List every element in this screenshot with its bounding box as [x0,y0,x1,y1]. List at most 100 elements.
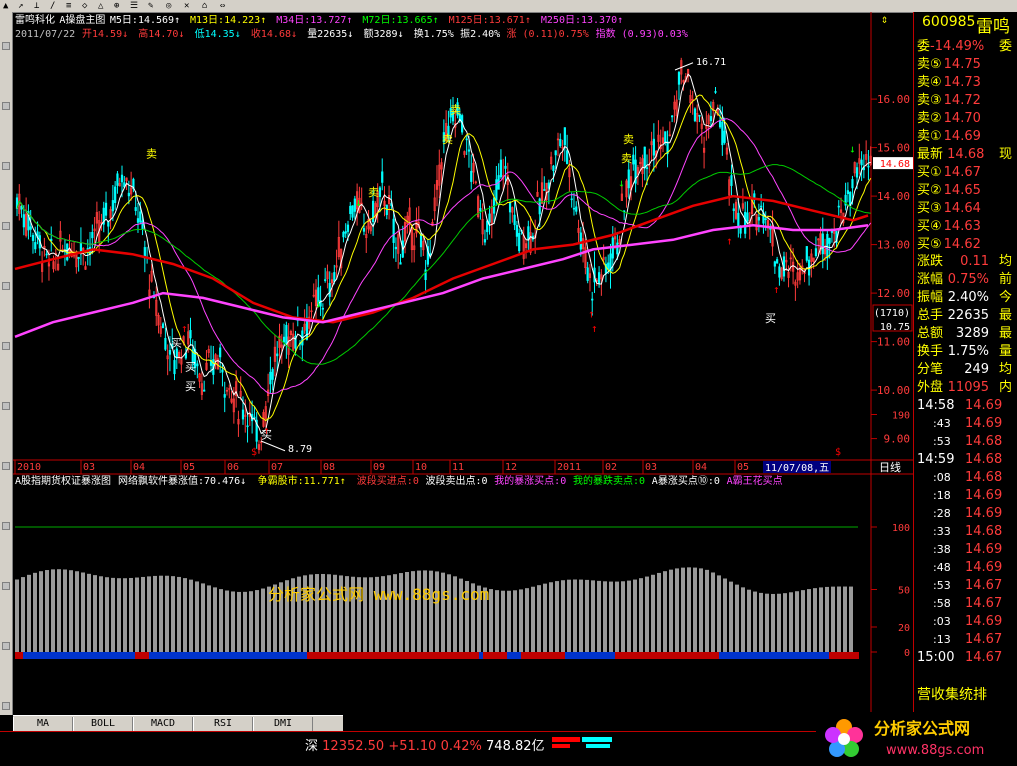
header-ma-item: M5日:14.569↑ [110,15,180,26]
tick-time: :53 [933,435,951,448]
toolbar-icon-5[interactable]: ≡ [66,1,80,11]
strip-button[interactable] [2,642,10,650]
strip-button[interactable] [2,42,10,50]
candle-body [814,248,818,257]
site-logo: 分析家公式网 www.88gs.com [816,712,1017,766]
candle-body [141,220,144,230]
tab-boll[interactable]: BOLL [73,717,133,731]
candle-body [104,202,108,216]
strip-button[interactable] [2,522,10,530]
tab-dmi[interactable]: DMI [253,717,313,731]
indicator-bar [513,590,517,652]
candle-body [479,208,482,212]
strip-button[interactable] [2,282,10,290]
indicator-header-item: 波段买进点:0 [357,474,419,487]
candle-body [846,190,849,194]
indicator-bar [405,572,409,652]
stat-label: 总手 [917,308,944,323]
candle-body [693,108,697,122]
toolbar-icon-14[interactable]: ⇔ [220,1,234,11]
tab-macd[interactable]: MACD [133,717,193,731]
tab-ma[interactable]: MA [13,717,73,731]
toolbar-icon-4[interactable]: ∕ [50,1,64,11]
sell-level-label: 卖⑤ [917,57,942,72]
tick-row: :38 14.69 [917,542,1002,557]
time-label: 12 [505,462,517,473]
tick-time: :08 [933,471,951,484]
toolbar-icon-12[interactable]: ✕ [184,1,198,11]
candle-body [563,127,566,146]
strip-button[interactable] [2,582,10,590]
tick-time: :58 [933,597,951,610]
sell-level-price: 14.75 [943,57,981,72]
toolbar-icon-10[interactable]: ✎ [148,1,162,11]
buy-level-price: 14.64 [943,201,981,216]
tick-price: 14.69 [965,614,1003,629]
indicator-bar [105,577,109,652]
indicator-bar [435,571,439,652]
indicator-bar [177,576,181,652]
toolbar-icon-6[interactable]: ◇ [82,1,96,11]
indicator-signal-strip [15,652,23,659]
toolbar-icon-3[interactable]: ⊥ [34,1,48,11]
toolbar-icon-7[interactable]: △ [98,1,112,11]
dollar-marker: $ [251,447,257,458]
strip-button[interactable] [2,342,10,350]
candle-body [607,262,610,270]
tab-rsi[interactable]: RSI [193,717,253,731]
tick-row: :58 14.67 [917,596,1002,611]
candle-body [168,350,172,355]
indicator-signal-strip [521,652,565,659]
buy-level-row: 买② 14.65 [917,179,981,198]
indicator-bar [813,588,817,652]
strip-button[interactable] [2,222,10,230]
strip-button[interactable] [2,462,10,470]
candle-body [570,198,573,201]
strip-button[interactable] [2,702,10,710]
indicator-bar [249,591,253,652]
candle-body [504,165,507,169]
toolbar-icon-13[interactable]: ⌂ [202,1,216,11]
toolbar-icon-1[interactable]: ▲ [3,1,17,11]
indicator-bar [27,574,31,652]
strip-button[interactable] [2,402,10,410]
stat-value: 2.40% [947,290,990,305]
candle-body [698,114,701,117]
indicator-bar [597,580,601,652]
tick-price: 14.69 [965,398,1003,413]
indicator-bar [747,589,751,652]
indicator-bar [33,572,37,652]
candle-body [164,337,167,350]
indicator-bar [615,581,619,652]
candle-body [714,91,717,93]
toolbar-icon-11[interactable]: ◎ [166,1,180,11]
buy-level-label: 买② [917,183,942,198]
buy-arrow-icon: ↑ [591,322,598,335]
indicator-bar [831,586,835,652]
tick-row: :53 14.68 [917,434,1002,449]
index-pct: 0.42% [440,739,482,754]
sell-arrow-icon: ↓ [618,176,625,189]
indicator-bar [741,587,745,652]
kline-chart[interactable]: 雷鸣科化 A操盘主图 M5日:14.569↑ M13日:14.223↑ M34日:13.… [13,12,913,715]
stock-name: 雷鸣 [976,17,1010,37]
sell-signal-label: 卖 [368,186,379,199]
candle-body [203,389,206,392]
tick-row: :03 14.69 [917,614,1002,629]
toolbar-icon-8[interactable]: ⊕ [114,1,128,11]
buy-level-label: 买③ [917,201,942,216]
indicator-axis-label: 20 [898,623,910,634]
weibi-value: -14.49% [930,39,985,54]
strip-button[interactable] [2,102,10,110]
header-ma-item: M125日:13.671↑ [449,15,531,26]
stat-value: 11095 [947,380,990,395]
toolbar-icon-9[interactable]: ☰ [130,1,144,11]
indicator-header-item: A暴涨买点⑩:0 [652,475,720,487]
strip-button[interactable] [2,162,10,170]
latest-price: 14.68 [947,147,985,162]
candle-body [223,394,226,398]
ma250-line [14,223,869,338]
toolbar-icon-2[interactable]: ↗ [18,1,32,11]
sell-level-label: 卖③ [917,93,942,108]
tick-row: 14:59 14.68 [917,452,1002,467]
